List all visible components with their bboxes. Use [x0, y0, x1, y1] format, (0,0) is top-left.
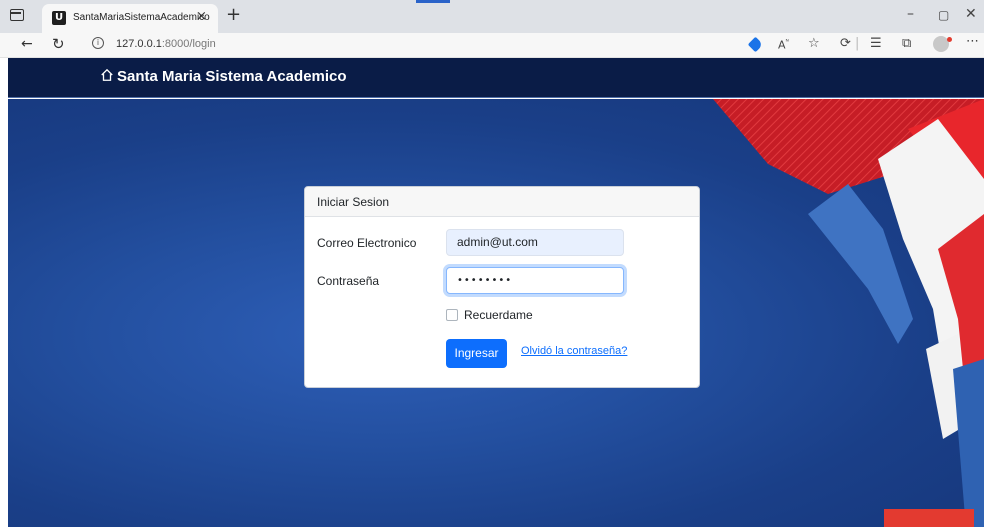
address-path: :8000/login: [161, 38, 216, 50]
window-close-icon[interactable]: ✕: [965, 6, 977, 22]
read-aloud-icon[interactable]: Aᴺ: [778, 38, 789, 52]
address-bar[interactable]: 127.0.0.1:8000/login: [116, 38, 216, 50]
browser-toolbar: ← ↻ i 127.0.0.1:8000/login Aᴺ ☆ ⟳ | ☰ ⧉ …: [0, 33, 984, 58]
browser-tab-strip: U SantaMariaSistemaAcademico × + – ▢ ✕: [0, 0, 984, 33]
email-field[interactable]: admin@ut.com: [446, 229, 624, 256]
tab-title: SantaMariaSistemaAcademico: [73, 12, 210, 23]
browser-tab[interactable]: U SantaMariaSistemaAcademico ×: [42, 4, 218, 33]
toolbar-divider: |: [855, 36, 860, 51]
address-host: 127.0.0.1: [116, 38, 162, 50]
login-card: Iniciar Sesion Correo Electronico admin@…: [304, 186, 700, 388]
remember-label[interactable]: Recuerdame: [464, 308, 533, 322]
sidebar-icon[interactable]: [10, 9, 24, 21]
profile-icon[interactable]: [933, 36, 952, 52]
info-icon[interactable]: i: [92, 37, 104, 49]
collections-icon[interactable]: ⧉: [902, 36, 911, 51]
more-icon[interactable]: ⋯: [966, 34, 979, 49]
new-tab-icon[interactable]: +: [226, 4, 241, 25]
remember-checkbox[interactable]: [446, 309, 458, 321]
email-label: Correo Electronico: [317, 236, 417, 250]
top-navbar: Santa Maria Sistema Academico: [8, 58, 984, 98]
password-label: Contraseña: [317, 274, 380, 288]
favorites-list-icon[interactable]: ☰: [870, 36, 882, 51]
minimize-icon[interactable]: –: [907, 6, 914, 22]
tab-strip-accent: [416, 0, 450, 3]
reload-icon[interactable]: ↻: [52, 35, 65, 53]
card-title: Iniciar Sesion: [317, 195, 390, 209]
card-header: Iniciar Sesion: [305, 187, 699, 217]
favicon-icon: U: [52, 11, 66, 25]
password-field[interactable]: ••••••••: [446, 267, 624, 294]
extensions-icon[interactable]: ⟳: [840, 36, 851, 51]
restore-icon[interactable]: ▢: [938, 8, 949, 22]
forgot-password-link[interactable]: Olvidó la contraseña?: [521, 345, 627, 357]
close-tab-icon[interactable]: ×: [196, 9, 207, 24]
submit-button[interactable]: Ingresar: [446, 339, 507, 368]
brand-title: Santa Maria Sistema Academico: [117, 68, 347, 85]
home-icon: [101, 68, 113, 81]
favorite-icon[interactable]: ☆: [808, 36, 820, 51]
tag-icon[interactable]: [747, 36, 764, 53]
back-icon[interactable]: ←: [21, 36, 33, 52]
brand-link[interactable]: Santa Maria Sistema Academico: [100, 68, 347, 85]
